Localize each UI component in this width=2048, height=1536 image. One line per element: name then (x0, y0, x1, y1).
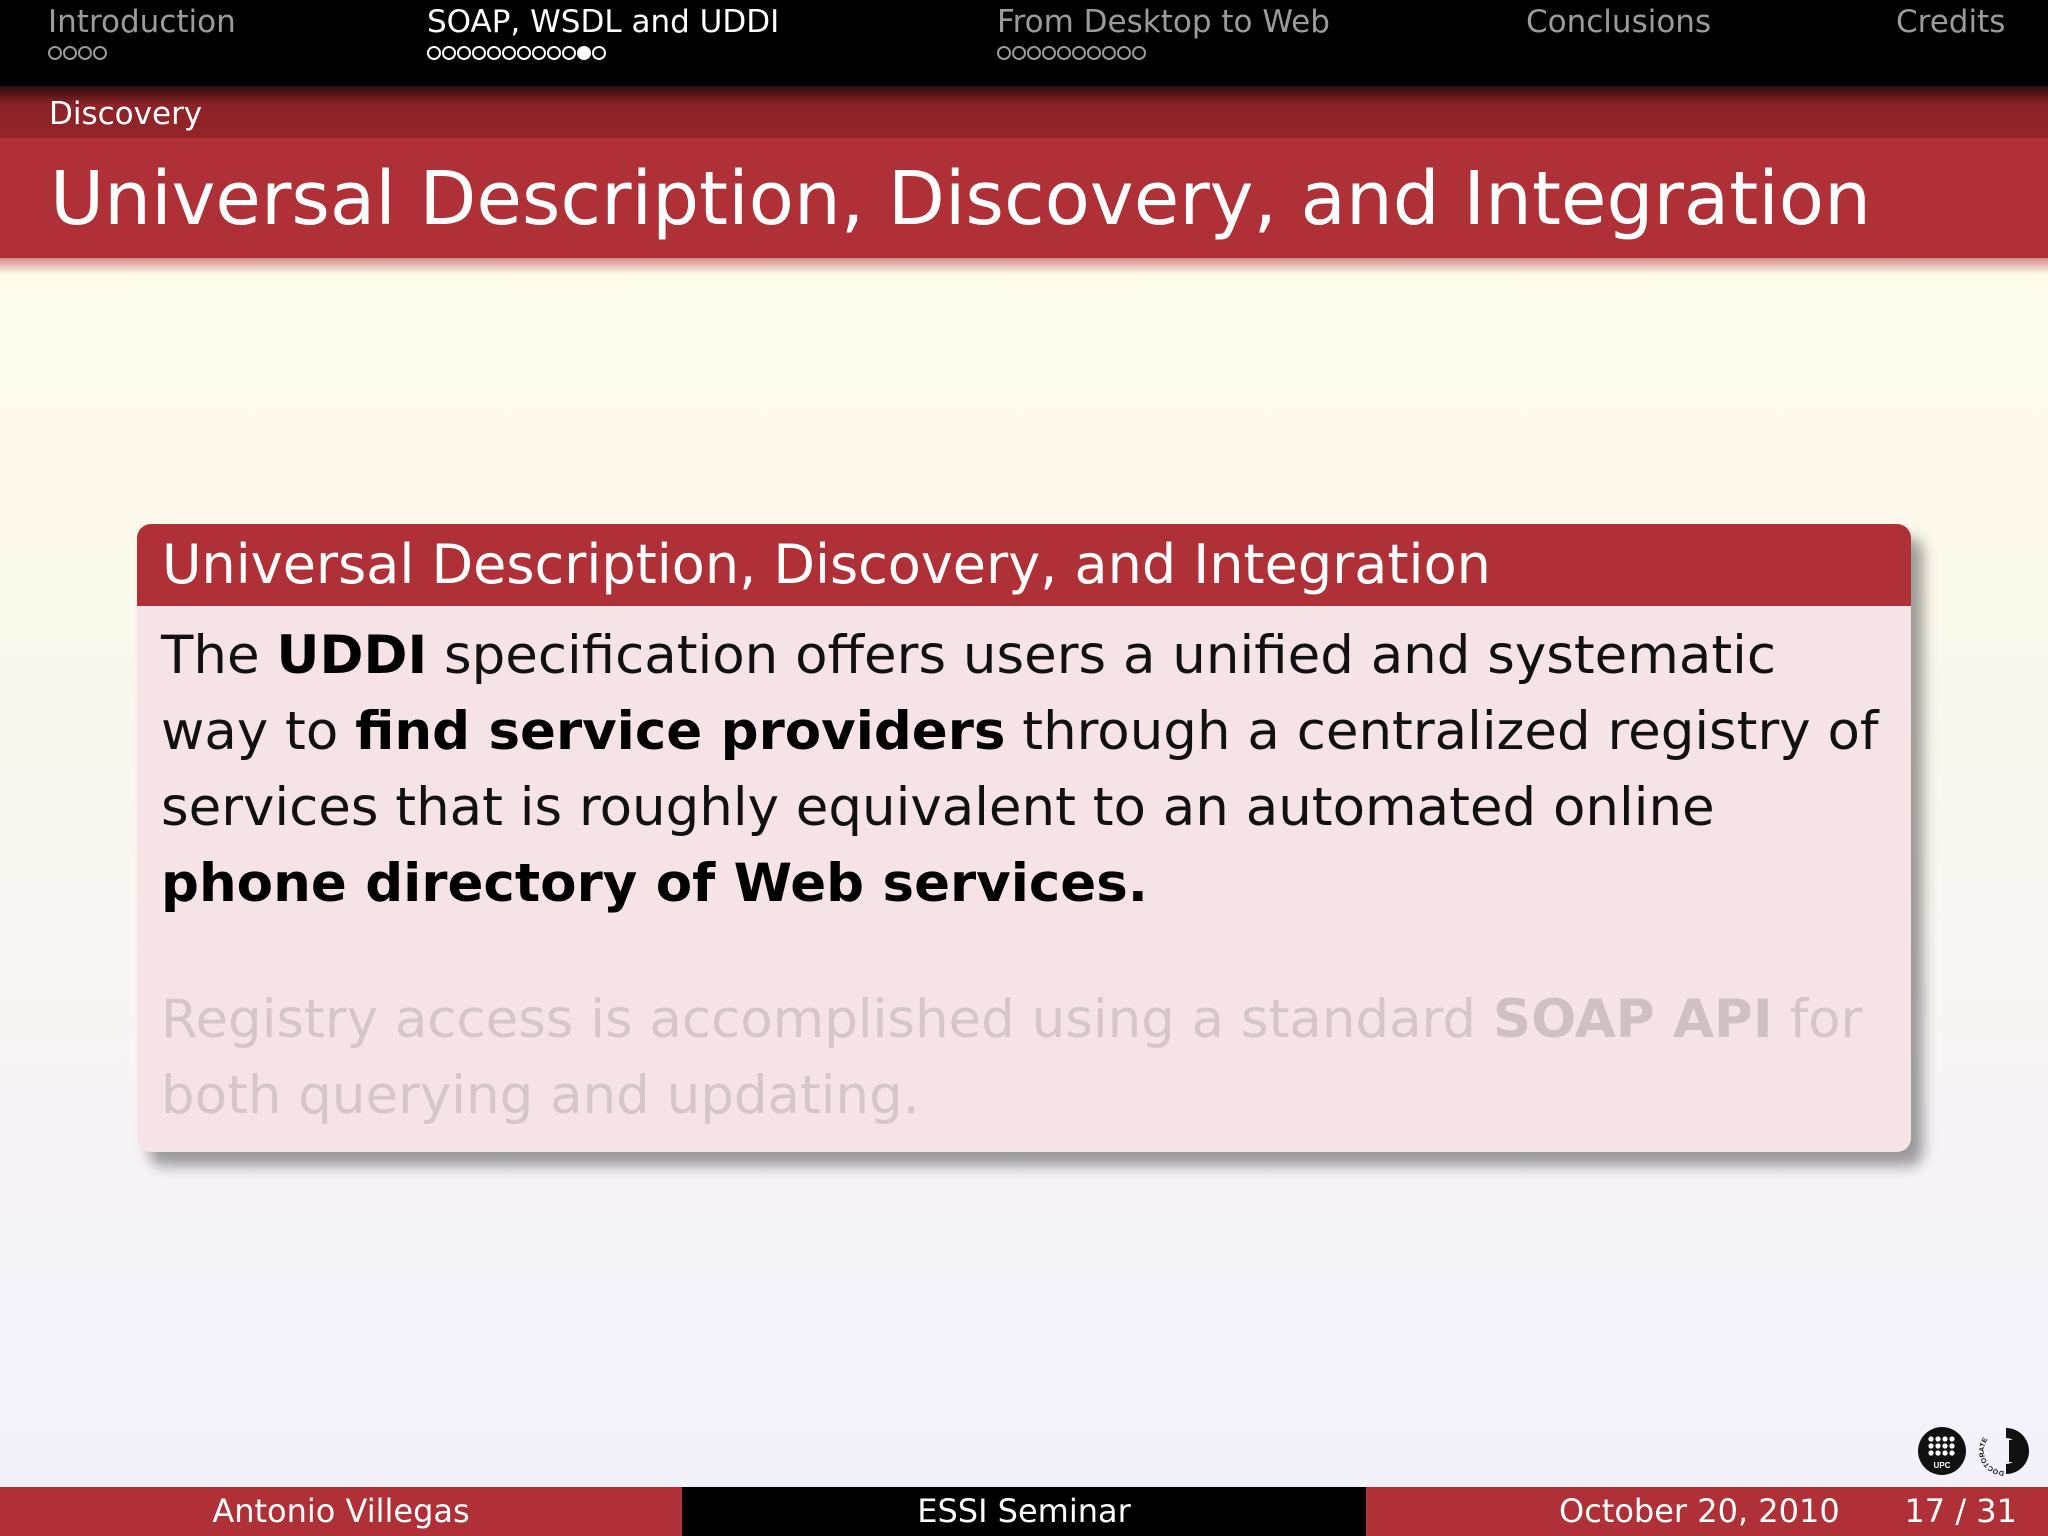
upc-logo: UPC (1918, 1427, 1966, 1475)
block-title: Universal Description, Discovery, and In… (162, 533, 1491, 596)
nav-slide-dot[interactable] (48, 46, 62, 60)
footer-date-page: October 20, 2010 17 / 31 (1366, 1487, 2048, 1536)
nav-section-title[interactable]: SOAP, WSDL and UDDI (427, 2, 779, 42)
nav-slide-dot[interactable] (562, 46, 576, 60)
frame-title: Universal Description, Discovery, and In… (50, 156, 1871, 242)
nav-slide-dot[interactable] (472, 46, 486, 60)
bold-term: find service providers (355, 701, 1006, 762)
nav-slide-dot[interactable] (93, 46, 107, 60)
nav-section-title[interactable]: Conclusions (1526, 2, 1711, 42)
footer-date: October 20, 2010 (1559, 1492, 1840, 1530)
nav-slide-dot[interactable] (517, 46, 531, 60)
nav-slide-dot[interactable] (78, 46, 92, 60)
doctorate-logo-text-path: DOCTORATE (1979, 1436, 2004, 1476)
registry-access-paragraph: Registry access is accomplished using a … (161, 982, 1891, 1134)
nav-section-introduction[interactable]: Introduction (48, 2, 236, 60)
nav-section-desktop-to-web[interactable]: From Desktop to Web (997, 2, 1330, 60)
nav-progress-dots[interactable] (427, 46, 779, 60)
nav-slide-dot[interactable] (1027, 46, 1041, 60)
nav-section-title[interactable]: Introduction (48, 2, 236, 42)
nav-progress-dots[interactable] (48, 46, 236, 60)
nav-slide-dot[interactable] (457, 46, 471, 60)
nav-slide-dot[interactable] (502, 46, 516, 60)
nav-section-credits[interactable]: Credits (1896, 2, 2005, 42)
upc-logo-graphic: UPC (1928, 1436, 1955, 1470)
nav-slide-dot[interactable] (63, 46, 77, 60)
nav-slide-dot[interactable] (1117, 46, 1131, 60)
nav-slide-dot[interactable] (532, 46, 546, 60)
nav-slide-dot[interactable] (1102, 46, 1116, 60)
text-run: Registry access is accomplished using a … (161, 989, 1493, 1050)
nav-slide-dot[interactable] (592, 46, 606, 60)
footer-author: Antonio Villegas (0, 1487, 682, 1536)
subsection-label[interactable]: Discovery (49, 94, 202, 134)
subsection-bar: Discovery (0, 86, 2048, 138)
nav-slide-dot[interactable] (1042, 46, 1056, 60)
doctorate-logo-text: DOCTORATE (1979, 1436, 2004, 1476)
nav-progress-dots[interactable] (997, 46, 1330, 60)
footer-author-text: Antonio Villegas (212, 1492, 470, 1530)
bold-term: phone directory of Web services. (161, 853, 1148, 914)
footer-event: ESSI Seminar (682, 1487, 1366, 1536)
footer: Antonio Villegas ESSI Seminar October 20… (0, 1487, 2048, 1536)
nav-section-soap-wsdl-uddi[interactable]: SOAP, WSDL and UDDI (427, 2, 779, 60)
nav-section-conclusions[interactable]: Conclusions (1526, 2, 1711, 42)
nav-slide-dot[interactable] (1057, 46, 1071, 60)
frame-title-bar: Universal Description, Discovery, and In… (0, 138, 2048, 258)
text-run: The (161, 625, 277, 686)
bold-term: SOAP API (1492, 989, 1773, 1050)
nav-slide-dot[interactable] (487, 46, 501, 60)
definition-block: Universal Description, Discovery, and In… (137, 524, 1911, 1152)
nav-slide-dot[interactable] (427, 46, 441, 60)
footer-event-text: ESSI Seminar (917, 1492, 1131, 1530)
uddi-description-paragraph: The UDDI specification offers users a un… (161, 618, 1891, 922)
upc-dot-grid (1928, 1436, 1955, 1456)
nav-slide-dot[interactable] (1132, 46, 1146, 60)
nav-slide-dot[interactable] (547, 46, 561, 60)
nav-slide-dot[interactable] (577, 46, 591, 60)
nav-slide-dot[interactable] (997, 46, 1011, 60)
upc-logo-text: UPC (1934, 1461, 1951, 1470)
nav-slide-dot[interactable] (1087, 46, 1101, 60)
doctorate-logo-graphic: DOCTORATE (1979, 1428, 2029, 1476)
nav-slide-dot[interactable] (1072, 46, 1086, 60)
block-body: The UDDI specification offers users a un… (161, 618, 1891, 1134)
bold-term: UDDI (276, 625, 428, 686)
nav-section-title[interactable]: From Desktop to Web (997, 2, 1330, 42)
nav-section-title[interactable]: Credits (1896, 2, 2005, 42)
nav-slide-dot[interactable] (442, 46, 456, 60)
block-title-bar: Universal Description, Discovery, and In… (137, 524, 1911, 606)
frame-title-shadow (0, 258, 2048, 274)
page-counter: 17 / 31 (1904, 1492, 2017, 1530)
section-navigation: Introduction SOAP, WSDL and UDDI From De… (0, 0, 2048, 86)
doctorate-logo: DOCTORATE (1979, 1424, 2033, 1478)
nav-slide-dot[interactable] (1012, 46, 1026, 60)
